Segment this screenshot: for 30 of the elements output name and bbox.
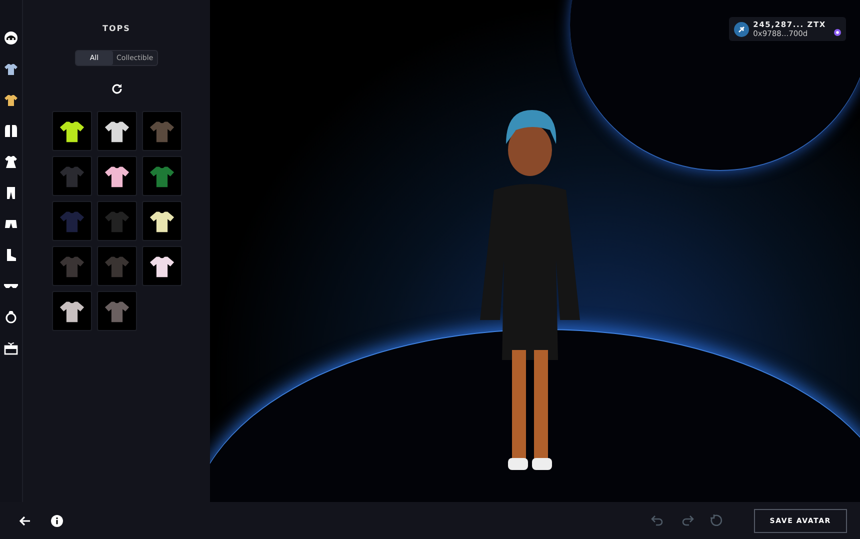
gift-icon[interactable]: [4, 341, 18, 355]
refresh-icon[interactable]: [110, 83, 122, 95]
token-icon: [734, 22, 750, 36]
ring-icon[interactable]: [4, 310, 18, 324]
shirt-icon[interactable]: [4, 93, 18, 107]
dress-icon[interactable]: [4, 155, 18, 169]
pants-icon[interactable]: [4, 186, 18, 200]
item-thumbnail[interactable]: [52, 201, 92, 241]
item-thumbnail[interactable]: [52, 156, 92, 196]
panel-title: TOPS: [102, 24, 130, 33]
item-thumbnail[interactable]: [52, 111, 92, 151]
item-thumbnail[interactable]: [142, 111, 182, 151]
back-arrow-icon[interactable]: [19, 516, 31, 526]
item-thumbnail[interactable]: [52, 291, 92, 331]
boot-icon[interactable]: [4, 248, 18, 262]
item-thumbnail[interactable]: [96, 291, 136, 331]
info-icon[interactable]: [51, 514, 63, 526]
item-thumbnail[interactable]: [96, 111, 136, 151]
shorts-icon[interactable]: [4, 217, 18, 231]
item-thumbnail[interactable]: [142, 201, 182, 241]
item-thumbnail[interactable]: [96, 201, 136, 241]
shirt-icon[interactable]: [4, 62, 18, 76]
face-icon[interactable]: [4, 31, 18, 45]
item-thumbnail[interactable]: [142, 246, 182, 286]
network-icon: [834, 29, 841, 36]
jacket-icon[interactable]: [4, 124, 18, 138]
item-thumbnail[interactable]: [142, 156, 182, 196]
item-thumbnail[interactable]: [96, 156, 136, 196]
item-thumbnail[interactable]: [52, 246, 92, 286]
item-thumbnail[interactable]: [96, 246, 136, 286]
